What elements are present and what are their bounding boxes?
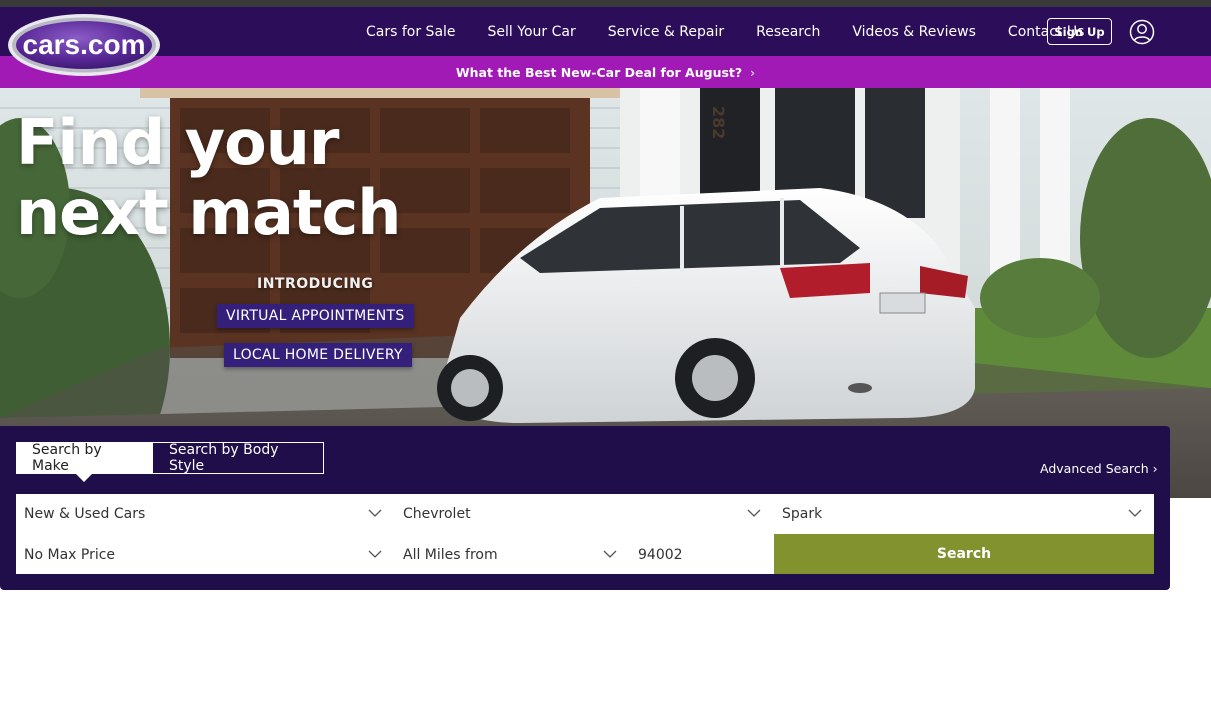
model-value: Spark [782,505,823,522]
make-value: Chevrolet [403,505,471,522]
tab-search-by-body-style[interactable]: Search by Body Style [152,442,324,474]
virtual-appointments-tag: VIRTUAL APPOINTMENTS [217,304,414,328]
make-select[interactable]: Chevrolet [395,494,773,533]
zip-input[interactable] [638,546,758,563]
model-select[interactable]: Spark [774,494,1154,533]
local-home-delivery-tag: LOCAL HOME DELIVERY [224,343,412,367]
nav-cars-for-sale[interactable]: Cars for Sale [350,24,472,40]
user-circle-icon[interactable] [1129,19,1155,45]
chevron-right-icon: › [1152,461,1158,476]
chevron-down-icon [368,550,382,558]
search-button[interactable]: Search [774,534,1154,574]
nav-service-repair[interactable]: Service & Repair [592,24,740,40]
hero-headline-line2: next match [16,176,401,249]
nav-videos-reviews[interactable]: Videos & Reviews [836,24,992,40]
stock-type-value: New & Used Cars [24,505,146,522]
cars-com-logo[interactable]: cars.com [6,13,162,77]
logo-text: cars.com [23,29,146,60]
advanced-search-label: Advanced Search [1040,461,1149,476]
chevron-down-icon [1128,509,1142,517]
hero-headline-line1: Find your [16,106,339,179]
max-price-value: No Max Price [24,546,116,563]
search-panel: Search by Make Search by Body Style Adva… [0,426,1170,590]
main-nav: Cars for Sale Sell Your Car Service & Re… [350,7,1100,56]
chevron-down-icon [747,509,761,517]
advanced-search-link[interactable]: Advanced Search › [1040,461,1158,476]
nav-research[interactable]: Research [740,24,836,40]
distance-value: All Miles from [403,546,498,563]
distance-select[interactable]: All Miles from [395,535,629,574]
promo-banner[interactable]: What the Best New-Car Deal for August? › [0,56,1211,88]
sign-up-button[interactable]: Sign Up [1047,18,1112,45]
hero-headline: Find your next match [16,106,401,249]
top-strip [0,0,1211,7]
max-price-select[interactable]: No Max Price [16,535,394,574]
nav-sell-your-car[interactable]: Sell Your Car [472,24,592,40]
search-tabs: Search by Make Search by Body Style [16,442,324,482]
chevron-down-icon [603,550,617,558]
chevron-down-icon [368,509,382,517]
stock-type-select[interactable]: New & Used Cars [16,494,394,533]
search-form: New & Used Cars Chevrolet Spark No Max P… [16,494,1154,574]
promo-text: What the Best New-Car Deal for August? [455,64,743,80]
tab-search-by-make[interactable]: Search by Make [16,442,152,482]
chevron-right-icon: › [750,64,756,80]
zip-field[interactable] [630,535,773,574]
introducing-label: INTRODUCING [257,276,374,292]
house-number: 282 [709,106,728,139]
